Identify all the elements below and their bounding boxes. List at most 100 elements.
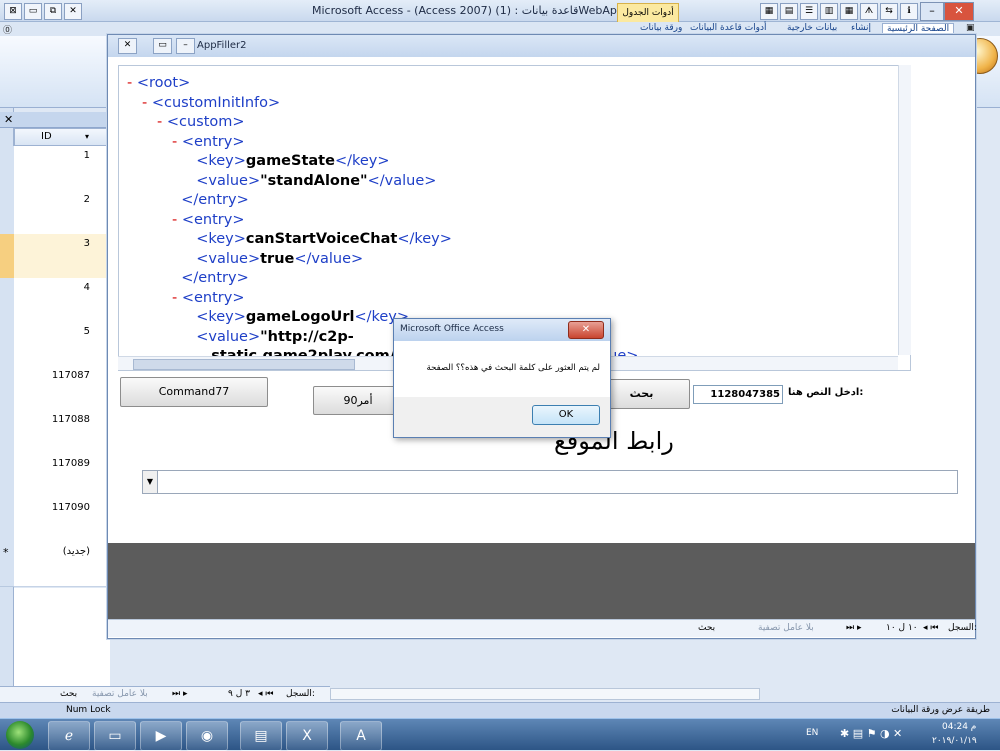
scroll-thumb[interactable] [133,359,355,370]
dialog-title: Microsoft Office Access [400,324,504,334]
xml-collapse-toggle[interactable]: - [127,75,137,91]
toolbar-icon[interactable]: ▤ [780,3,798,20]
access-icon[interactable]: A [340,721,382,751]
table-row[interactable]: 2 [0,190,110,235]
ok-button[interactable]: OK [532,405,600,425]
table-row[interactable]: 117088 [0,410,110,455]
command90-button[interactable]: أمر90 [313,386,403,415]
column-header[interactable]: ID ▾ [14,128,110,146]
xml-collapse-toggle[interactable]: - [172,212,182,228]
row-selector[interactable] [0,498,14,543]
clock-time[interactable]: م 04:24 [942,722,976,732]
close-button[interactable]: ✕ [944,2,974,21]
xml-collapse-toggle[interactable]: - [157,114,167,130]
close-icon[interactable]: ✕ [118,38,137,54]
toolbar-icon[interactable]: ⇆ [880,3,898,20]
search-box[interactable]: بحث [698,623,715,633]
toolbar-icon[interactable]: ☰ [800,3,818,20]
xml-text: gameState [245,153,335,169]
chrome-icon[interactable]: ◉ [186,721,228,751]
minimize-icon[interactable]: – [176,38,195,54]
xml-line: - <entry> [172,290,244,306]
datasheet-header: ✕ [0,112,110,128]
filter-indicator[interactable]: بلا عامل تصفية [758,623,814,633]
table-row[interactable]: 4 [0,278,110,323]
xml-line: - <entry> [172,134,244,150]
nav-buttons-icon[interactable]: ⏭ ▸ [846,623,861,633]
context-tab[interactable]: أدوات الجدول [617,3,679,23]
row-selector[interactable] [0,234,14,279]
restore-icon[interactable]: ▭ [153,38,172,54]
table-row[interactable]: 117090 [0,498,110,543]
row-selector[interactable] [0,410,14,455]
toolbar-icon[interactable]: ▦ [760,3,778,20]
row-selector[interactable] [0,190,14,235]
tray-icons[interactable]: ✱ ▤ ⚑ ◑ ✕ [840,727,902,740]
row-id: 5 [83,326,90,337]
record-position[interactable]: ٣ ل ٩ [228,689,250,699]
toolbar-icon[interactable]: ℹ [900,3,918,20]
minimize-button[interactable]: – [920,2,944,21]
taskbar: ℯ ▭ ▶ ◉ ▤ X A EN ✱ ▤ ⚑ ◑ ✕ م 04:24 ٢٠١٩/… [0,718,1000,751]
quick-access-icon[interactable]: ⧉ [44,3,62,20]
new-record-row[interactable]: * (جديد) [0,542,110,587]
row-id: 117089 [51,458,90,469]
horizontal-scrollbar[interactable] [330,688,760,700]
table-row[interactable]: 117089 [0,454,110,499]
search-input[interactable]: 1128047385 [693,385,783,404]
toolbar-icon[interactable]: ᗑ [860,3,878,20]
xml-collapse-toggle[interactable]: - [172,290,182,306]
filter-indicator[interactable]: بلا عامل تصفية [92,689,148,699]
table-row[interactable]: 5 [0,322,110,367]
row-selector[interactable]: * [0,542,14,587]
xml-collapse-toggle[interactable]: - [142,95,152,111]
xml-indent [172,270,181,286]
language-indicator[interactable]: EN [806,728,818,738]
row-selector[interactable] [0,278,14,323]
quick-access-icon[interactable]: ▭ [24,3,42,20]
xml-indent [172,192,181,208]
start-button-icon[interactable] [6,721,34,749]
row-selector[interactable] [0,146,14,191]
excel-icon[interactable]: X [286,721,328,751]
dialog-close-button[interactable]: ✕ [568,321,604,339]
xml-indent [187,173,196,189]
sort-dropdown-icon[interactable]: ▾ [85,132,89,141]
nav-buttons-icon[interactable]: ⏭ ▸ [172,689,187,699]
toolbar-icon[interactable]: ▦ [840,3,858,20]
row-selector[interactable] [0,366,14,411]
xml-open-tag: <value> [196,250,261,267]
xml-line: <value>true</value> [187,251,363,267]
toolbar-icon[interactable]: ▥ [820,3,838,20]
table-row[interactable]: 1 [0,146,110,191]
search-box[interactable]: بحث [60,689,77,699]
row-selector[interactable] [0,454,14,499]
dropdown-arrow-icon[interactable]: ▼ [143,471,158,493]
notes-icon[interactable]: ▤ [240,721,282,751]
table-row[interactable]: 3 [0,234,110,279]
row-selector[interactable] [0,322,14,367]
clock-date[interactable]: ٢٠١٩/٠١/١٩ [932,736,977,746]
xml-line: - <entry> [172,212,244,228]
vertical-scrollbar[interactable] [898,65,911,355]
media-player-icon[interactable]: ▶ [140,721,182,751]
ie-icon[interactable]: ℯ [48,721,90,751]
record-label: السجل: [948,623,977,633]
xml-collapse-toggle[interactable]: - [172,134,182,150]
xml-line: <key>canStartVoiceChat</key> [187,231,452,247]
nav-buttons-icon[interactable]: ◂ ⏮ [923,623,938,633]
table-row[interactable]: 117087 [0,366,110,411]
nav-buttons-icon[interactable]: ◂ ⏮ [258,689,273,699]
close-icon[interactable]: ✕ [4,113,13,126]
quick-access-icon[interactable]: ⊠ [4,3,22,20]
row-id: 3 [83,238,90,249]
xml-close-tag: </key> [334,153,390,169]
command77-button[interactable]: Command77 [120,377,268,407]
record-position[interactable]: ١٠ ل ١٠ [886,623,918,633]
site-link-combo[interactable]: ▼ [142,470,958,494]
quick-access-icon[interactable]: ✕ [64,3,82,20]
xml-open-tag: <key> [196,309,246,325]
xml-indent [187,153,196,169]
help-icon[interactable]: ⓪ [3,23,12,36]
folder-icon[interactable]: ▭ [94,721,136,751]
